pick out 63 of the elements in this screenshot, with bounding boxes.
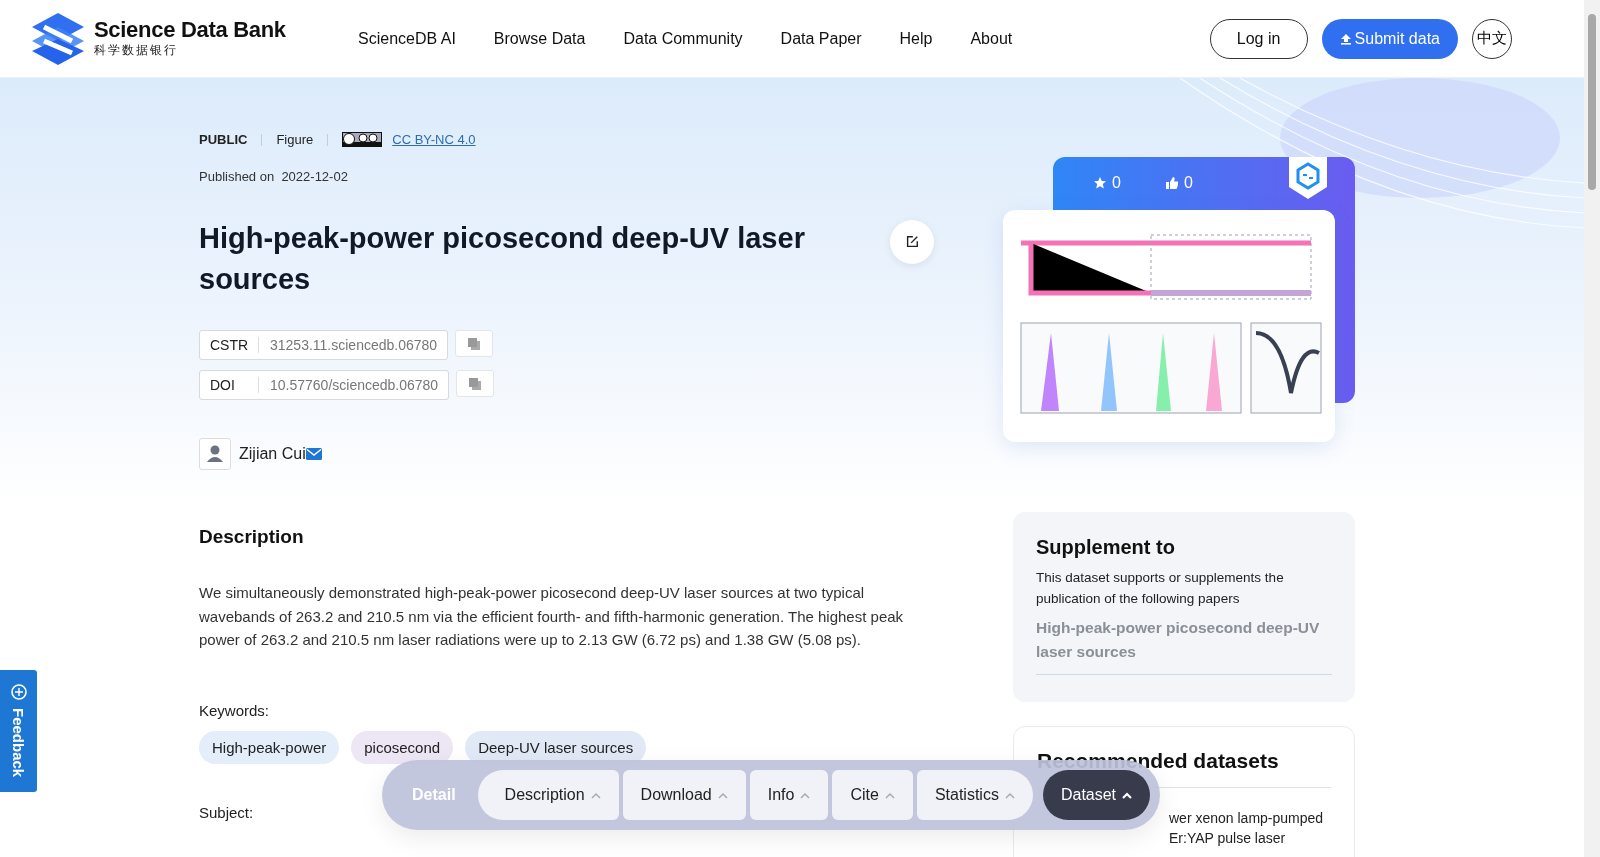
- keyword-tag[interactable]: picosecond: [351, 730, 454, 764]
- star-icon[interactable]: [1093, 176, 1107, 190]
- caret-icon: [1122, 791, 1133, 799]
- identifier-label: DOI: [210, 377, 259, 393]
- supplement-heading: Supplement to: [1036, 536, 1176, 559]
- upload-icon: [1339, 32, 1352, 45]
- access-label: PUBLIC: [199, 132, 248, 147]
- section-tab[interactable]: Description: [477, 770, 619, 820]
- thumbs-up-icon[interactable]: [1164, 176, 1179, 190]
- feedback-tab[interactable]: Feedback: [0, 670, 37, 792]
- logo-icon[interactable]: [30, 10, 86, 67]
- copy-button[interactable]: [456, 370, 495, 397]
- section-heading: Description: [199, 526, 305, 548]
- nav-link[interactable]: ScienceDB AI: [358, 29, 456, 48]
- like-count: 0: [1183, 174, 1193, 192]
- description-text: We simultaneously demonstrated high-peak-power picosecond deep-UV laser sources at two typical wavebands of 263.2 and 210.5 nm via the efficient fourth- and fifth-harmonic generation. The highest peak power of 263.2 and 210.5 nm laser radiations were up to 2.13 GW (6.72 ps) and 1.38 GW (5.08 ps).: [199, 583, 905, 650]
- identifier-label: CSTR: [210, 337, 259, 353]
- nav-link[interactable]: Data Paper: [780, 29, 862, 48]
- section-tab[interactable]: Download: [622, 770, 746, 820]
- copy-icon: [468, 376, 483, 391]
- section-tab[interactable]: Cite: [832, 770, 913, 820]
- logo-name: Science Data Bank: [94, 18, 286, 42]
- share-button[interactable]: [890, 220, 934, 264]
- published-date: Published on 2022-12-02: [199, 169, 348, 184]
- section-tab[interactable]: Info: [749, 770, 829, 820]
- scrollbar[interactable]: [1584, 0, 1600, 857]
- type-label: Figure: [276, 132, 314, 147]
- submit-button[interactable]: Submit data: [1321, 18, 1458, 59]
- supplement-text: This dataset supports or supplements the publication of the following papers: [1036, 569, 1285, 608]
- language-button[interactable]: 中文: [1472, 18, 1512, 59]
- avatar-icon: [199, 438, 231, 470]
- nav-link[interactable]: Browse Data: [493, 29, 586, 48]
- dataset-link[interactable]: wer xenon lamp-pumped Er:YAP pulse laser: [1169, 808, 1334, 848]
- keywords-label: Keywords:: [199, 701, 271, 719]
- caret-icon: [1004, 791, 1015, 799]
- identifier-value: 31253.11.sciencedb.06780: [269, 337, 438, 353]
- caret-icon: [884, 791, 895, 799]
- caret-icon: [717, 791, 728, 799]
- keyword-tag[interactable]: High-peak-power: [199, 730, 340, 764]
- caret-icon: [590, 791, 601, 799]
- mail-icon[interactable]: [305, 448, 322, 460]
- feedback-icon: [8, 682, 29, 702]
- copy-button[interactable]: [455, 330, 494, 357]
- section-tab[interactable]: Dataset: [1042, 770, 1151, 820]
- section-tab[interactable]: Statistics: [916, 770, 1033, 820]
- edit-icon: [905, 235, 919, 249]
- login-button[interactable]: Log in: [1209, 18, 1308, 59]
- nav-link[interactable]: Data Community: [623, 29, 743, 48]
- logo-subtitle: 科学数据银行: [94, 42, 179, 59]
- author-name[interactable]: Zijian Cui: [239, 445, 306, 463]
- star-count: 0: [1112, 174, 1121, 192]
- nav-link[interactable]: About: [970, 29, 1013, 48]
- license-link[interactable]: CC BY-NC 4.0: [392, 132, 476, 147]
- license-icon: [342, 132, 383, 147]
- caret-icon: [800, 791, 811, 799]
- scroll-thumb[interactable]: [1588, 14, 1596, 190]
- subject-label: Subject:: [199, 803, 255, 821]
- nav-link[interactable]: Help: [899, 29, 933, 48]
- hexagon-badge-icon: [1289, 157, 1327, 199]
- identifier-value: 10.57760/sciencedb.06780: [269, 377, 439, 393]
- dataset-title: High-peak-power picosecond deep-UV laser sources: [199, 221, 806, 297]
- detail-label: Detail: [411, 786, 457, 804]
- copy-icon: [467, 336, 482, 351]
